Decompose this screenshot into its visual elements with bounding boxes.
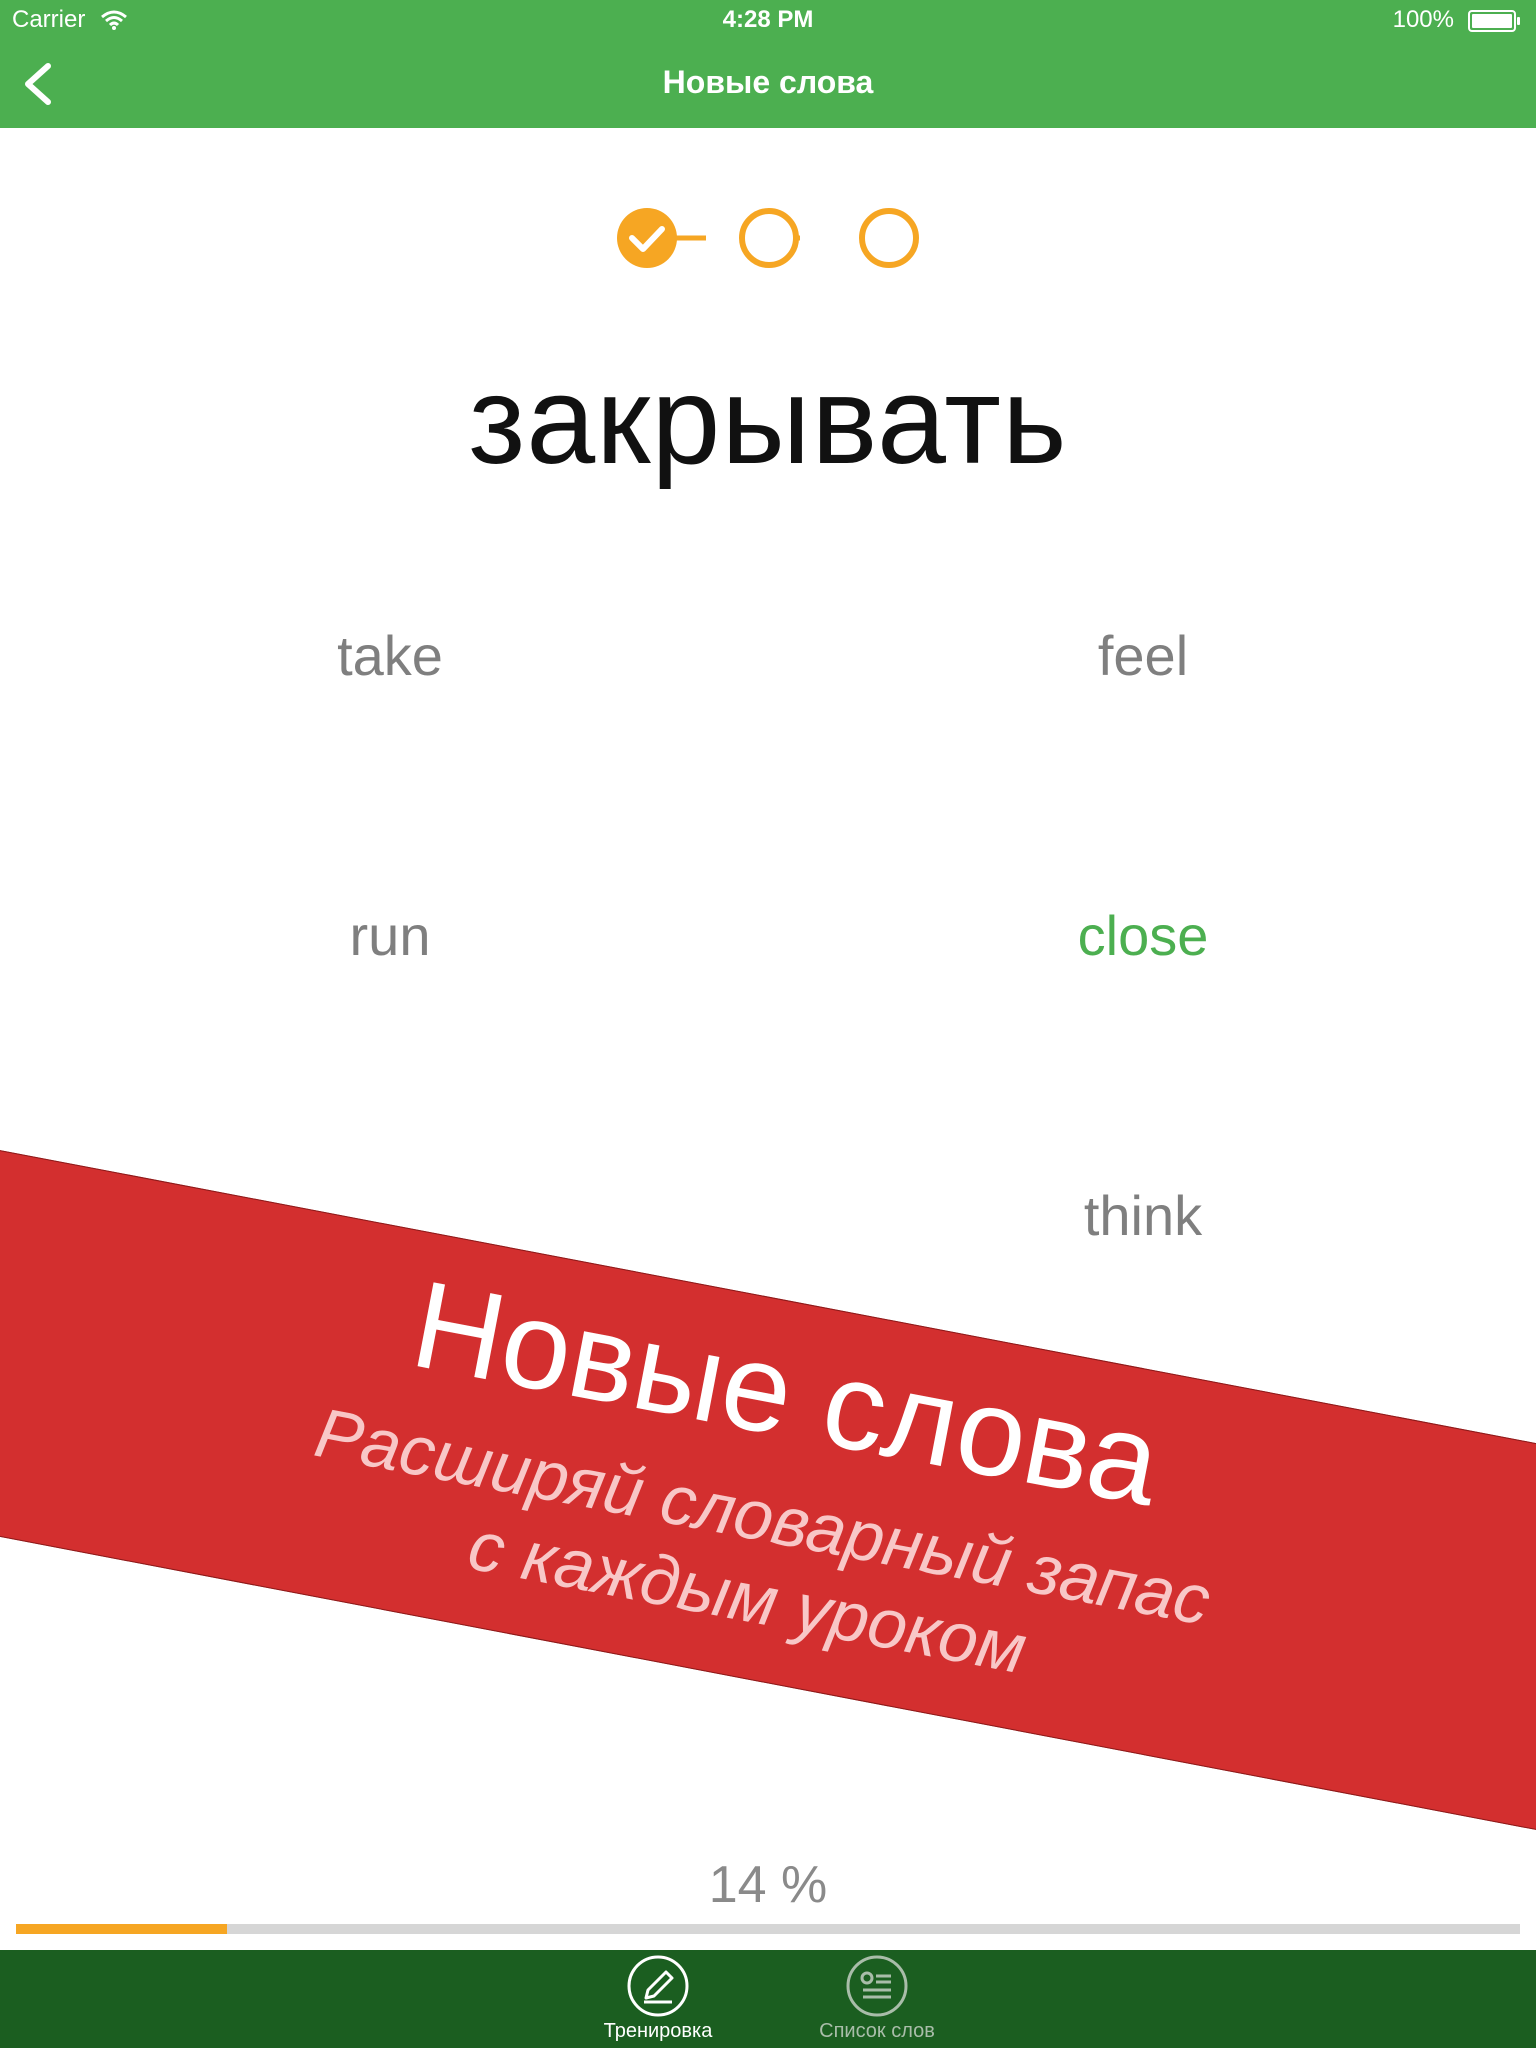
- tab-training-label: Тренировка: [603, 2020, 713, 2042]
- promo-subtitle-line2: с каждым уроком: [462, 1505, 1033, 1689]
- word-list-icon: [846, 1955, 908, 2017]
- clock: 4:28 PM: [722, 6, 814, 33]
- progress-bar: [16, 1924, 1520, 1934]
- answer-option-close[interactable]: close: [943, 903, 1343, 968]
- answer-option-feel[interactable]: feel: [943, 623, 1343, 688]
- progress-bar-fill: [16, 1924, 227, 1934]
- page-title: Новые слова: [662, 64, 874, 100]
- quiz-word: закрывать: [468, 352, 1068, 490]
- step-completed-icon: [617, 208, 677, 268]
- progress-percent: 14 %: [708, 1856, 828, 1914]
- battery-icon: [1468, 10, 1520, 32]
- answer-option-take[interactable]: take: [190, 623, 590, 688]
- step-indicator: [617, 208, 919, 268]
- step-pending-icon: [739, 208, 799, 268]
- tab-bar: Тренировка Список слов: [0, 1950, 1536, 2048]
- pencil-icon: [627, 1955, 689, 2017]
- navigation-bar: Новые слова: [0, 40, 1536, 128]
- promo-subtitle-line1: Расширяй словарный запас: [309, 1393, 1217, 1640]
- step-pending-icon: [859, 208, 919, 268]
- answer-option-run[interactable]: run: [190, 903, 590, 968]
- tab-word-list-label: Список слов: [819, 2020, 935, 2042]
- tab-training[interactable]: Тренировка: [568, 1950, 748, 2048]
- answer-option-think[interactable]: think: [943, 1183, 1343, 1248]
- tab-word-list[interactable]: Список слов: [787, 1950, 967, 2048]
- status-bar: Carrier 4:28 PM 100%: [0, 0, 1536, 40]
- battery-percent: 100%: [1392, 6, 1454, 33]
- promo-banner-clip: Новые слова Расширяй словарный запас с к…: [0, 0, 1536, 2048]
